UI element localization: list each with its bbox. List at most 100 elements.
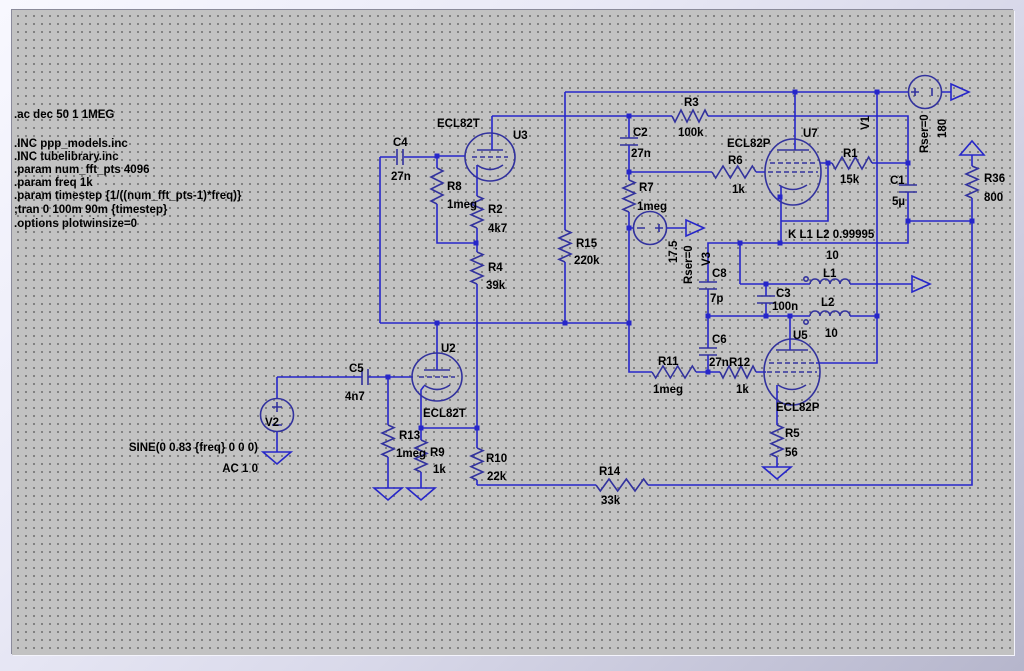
tube-U5[interactable]	[764, 339, 820, 405]
schematic-canvas[interactable]: .ac dec 50 1 1MEG.INC ppp_models.inc.INC…	[12, 10, 1014, 655]
label-l1[interactable]: L1	[823, 268, 837, 280]
value-r6[interactable]: 1k	[732, 184, 745, 196]
label-c3[interactable]: C3	[776, 288, 791, 300]
directive-param-freq[interactable]: .param freq 1k	[14, 177, 93, 189]
wires[interactable]	[277, 92, 972, 488]
resistor-R13[interactable]	[382, 425, 394, 457]
text-coupling[interactable]: K L1 L2 0.99995	[788, 229, 875, 241]
resistor-R6[interactable]	[712, 166, 756, 178]
directive-param-fft[interactable]: .param num_fft_pts 4096	[14, 164, 150, 176]
value-r4[interactable]: 39k	[486, 280, 506, 292]
label-r12[interactable]: R12	[729, 357, 750, 369]
label-r2[interactable]: R2	[488, 204, 503, 216]
label-r13[interactable]: R13	[399, 430, 420, 442]
label-r11[interactable]: R11	[658, 356, 679, 368]
net-flag-r36-top[interactable]	[960, 141, 984, 155]
resistor-R4[interactable]	[471, 252, 483, 284]
value-v3[interactable]: 17.5	[668, 240, 680, 263]
label-c4[interactable]: C4	[393, 137, 408, 149]
label-r10[interactable]: R10	[486, 453, 507, 465]
label-c6[interactable]: C6	[712, 334, 727, 346]
value-v1[interactable]: 180	[937, 119, 949, 138]
capacitor-C2[interactable]	[620, 138, 638, 145]
resistor-R7[interactable]	[623, 180, 635, 212]
label-u2[interactable]: U2	[441, 343, 456, 355]
value-r10[interactable]: 22k	[487, 471, 507, 483]
voltage-source-V1[interactable]	[909, 76, 942, 109]
label-r4[interactable]: R4	[488, 262, 503, 274]
ground-symbol-R9[interactable]	[407, 488, 435, 500]
label-c8[interactable]: C8	[712, 268, 727, 280]
resistor-R14[interactable]	[596, 479, 648, 491]
tube-U3[interactable]	[465, 133, 515, 181]
value-c5[interactable]: 4n7	[345, 391, 365, 403]
resistor-R5[interactable]	[771, 425, 783, 457]
value-r1[interactable]: 15k	[840, 174, 860, 186]
label-r8[interactable]: R8	[447, 181, 462, 193]
directive-tran[interactable]: ;tran 0 100m 90m {timestep}	[14, 204, 168, 216]
label-r14[interactable]: R14	[599, 466, 621, 478]
capacitor-C6[interactable]	[699, 348, 717, 355]
tube-U7[interactable]	[765, 139, 821, 205]
label-r5[interactable]: R5	[785, 428, 800, 440]
inductor-L2[interactable]	[804, 311, 850, 324]
label-c1[interactable]: C1	[890, 175, 905, 187]
label-r15[interactable]: R15	[576, 238, 598, 250]
value-c8[interactable]: 7p	[710, 293, 723, 305]
label-u3-type[interactable]: ECL82T	[437, 118, 480, 130]
text-v2-ac[interactable]: AC 1 0	[222, 463, 258, 475]
label-v3[interactable]: V3	[701, 252, 713, 266]
value-r15[interactable]: 220k	[574, 255, 600, 267]
net-flag-v1-out[interactable]	[951, 84, 969, 100]
resistor-R36[interactable]	[966, 166, 978, 198]
label-c2[interactable]: C2	[633, 127, 648, 139]
value-r36[interactable]: 800	[984, 192, 1003, 204]
directive-inc-tube[interactable]: .INC tubelibrary.inc	[14, 151, 119, 163]
resistor-R10[interactable]	[471, 448, 483, 480]
value-l1[interactable]: 10	[826, 250, 839, 262]
label-v2[interactable]: V2	[265, 417, 279, 429]
value-r2[interactable]: 4k7	[488, 223, 507, 235]
label-r6[interactable]: R6	[728, 155, 743, 167]
value-r11[interactable]: 1meg	[653, 384, 683, 396]
label-u2-type[interactable]: ECL82T	[423, 408, 466, 420]
label-u7-type[interactable]: ECL82P	[727, 138, 771, 150]
value-v3-rser[interactable]: Rser=0	[683, 245, 695, 284]
value-r13[interactable]: 1meg	[396, 448, 426, 460]
value-c6[interactable]: 27n	[709, 357, 729, 369]
text-v2-sine[interactable]: SINE(0 0.83 {freq} 0 0 0)	[129, 442, 258, 454]
label-r1[interactable]: R1	[843, 148, 858, 160]
value-v1-rser[interactable]: Rser=0	[919, 114, 931, 153]
net-flag-v3-out[interactable]	[686, 220, 704, 236]
directive-param-timestep[interactable]: .param timestep {1/((num_fft_pts-1)*freq…	[14, 190, 242, 202]
value-r7[interactable]: 1meg	[637, 201, 667, 213]
value-c1[interactable]: 5µ	[892, 196, 905, 208]
voltage-source-V3[interactable]	[634, 212, 667, 245]
value-r5[interactable]: 56	[785, 447, 798, 459]
resistor-R8[interactable]	[431, 168, 443, 204]
label-r9[interactable]: R9	[430, 447, 445, 459]
ground-symbol-R5[interactable]	[763, 467, 791, 479]
ground-symbol-R13[interactable]	[374, 488, 402, 500]
label-c5[interactable]: C5	[349, 363, 364, 375]
value-l2[interactable]: 10	[825, 328, 838, 340]
ground-symbol-V2[interactable]	[263, 452, 291, 464]
directive-options[interactable]: .options plotwinsize=0	[14, 218, 137, 230]
resistor-R3[interactable]	[672, 110, 708, 122]
value-r8[interactable]: 1meg	[447, 199, 477, 211]
label-l2[interactable]: L2	[821, 297, 834, 309]
label-u3[interactable]: U3	[513, 130, 528, 142]
label-u5[interactable]: U5	[793, 330, 808, 342]
value-c2[interactable]: 27n	[631, 148, 651, 160]
value-r12[interactable]: 1k	[736, 384, 749, 396]
label-u7[interactable]: U7	[803, 128, 818, 140]
value-r9[interactable]: 1k	[433, 464, 446, 476]
value-c3[interactable]: 100n	[772, 301, 798, 313]
value-r14[interactable]: 33k	[601, 495, 621, 507]
label-v1[interactable]: V1	[860, 115, 872, 130]
directive-ac[interactable]: .ac dec 50 1 1MEG	[14, 109, 114, 121]
capacitor-C8[interactable]	[699, 282, 717, 289]
label-u5-type[interactable]: ECL82P	[776, 402, 820, 414]
value-r3[interactable]: 100k	[678, 127, 704, 139]
capacitor-C4[interactable]	[397, 149, 403, 165]
